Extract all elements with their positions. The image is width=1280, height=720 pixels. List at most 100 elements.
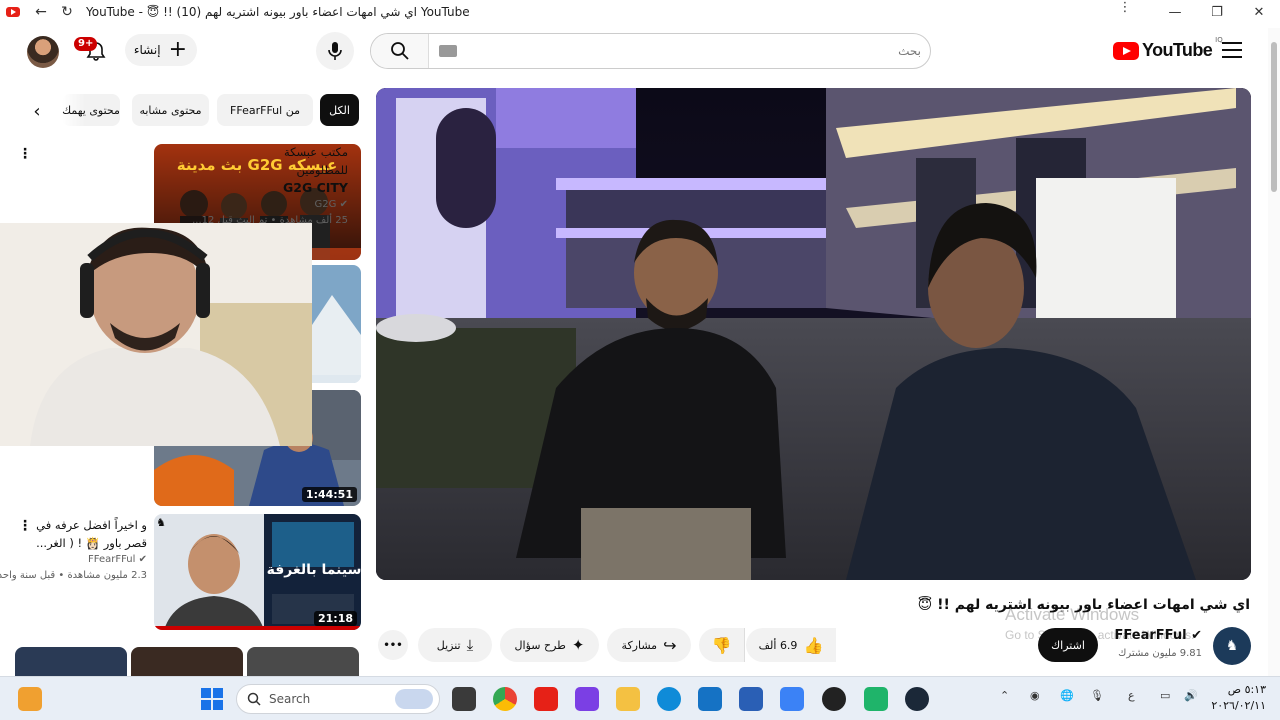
recommendation-thumbnail-2a[interactable] xyxy=(312,265,361,383)
more-actions-button[interactable]: ••• xyxy=(378,630,408,660)
chip-similar[interactable]: محتوى مشابه xyxy=(132,94,209,126)
chrome-icon[interactable] xyxy=(493,687,517,711)
windows-logo-icon xyxy=(201,688,223,710)
voice-search-button[interactable] xyxy=(316,32,354,70)
recommendation-menu-button-1[interactable]: ⋮ xyxy=(18,146,32,162)
steam-icon[interactable] xyxy=(905,687,929,711)
dislike-button[interactable]: 👎 xyxy=(699,628,745,662)
subscribe-button[interactable]: اشتراك xyxy=(1038,628,1098,662)
subscriber-count: 9.81 مليون مشترك xyxy=(1118,648,1202,659)
minimize-button[interactable]: — xyxy=(1154,0,1196,24)
youtube-header: 9+ إنشاء + YouTube IQ xyxy=(0,28,1270,74)
channel-name[interactable]: ✔ FFearFFul xyxy=(1115,628,1202,643)
thumb-text: سينما بالغرفة xyxy=(267,562,361,578)
window-controls: ⋮ — ❐ ✕ xyxy=(1119,0,1280,24)
chip-all[interactable]: الكل xyxy=(320,94,359,126)
recommendation-thumbnail-4[interactable] xyxy=(15,647,127,676)
video-frame xyxy=(376,88,1251,580)
create-button[interactable]: إنشاء + xyxy=(125,34,197,66)
microphone-icon xyxy=(328,42,342,60)
notification-count-badge: 9+ xyxy=(74,37,98,51)
recommendation-title-3b: قصر باور 👸🏻 ! ( الغر... xyxy=(36,536,147,550)
tray-volume-icon[interactable]: 🔊 xyxy=(1184,689,1198,702)
widgets-icon[interactable] xyxy=(18,687,42,711)
account-avatar[interactable] xyxy=(27,36,59,68)
back-button[interactable]: ← xyxy=(28,0,54,24)
like-button[interactable]: 👍 6.9 ألف xyxy=(746,628,836,662)
input-language[interactable]: ع xyxy=(1128,689,1135,702)
chip-more[interactable]: محتوى يهمك xyxy=(62,94,120,126)
reload-button[interactable]: ↻ xyxy=(54,0,80,24)
download-label: تنزيل xyxy=(436,638,461,652)
game-app-icon[interactable] xyxy=(864,687,888,711)
verified-icon: ✔ xyxy=(339,199,348,210)
more-label: ••• xyxy=(383,639,403,651)
youtube-play-icon xyxy=(1113,41,1139,60)
browser-menu-icon[interactable]: ⋮ xyxy=(1110,0,1140,15)
scrollbar-thumb[interactable] xyxy=(1271,42,1277,192)
app-icon[interactable] xyxy=(780,687,804,711)
recommendation-title-3: و اخيراً افضل عرفه في xyxy=(36,518,147,532)
chip-from-channel[interactable]: من FFearFFul xyxy=(217,94,313,126)
edge-icon[interactable] xyxy=(657,687,681,711)
share-icon: ↪ xyxy=(663,635,677,655)
channel-avatar[interactable]: ♞ xyxy=(1213,627,1251,665)
recommendation-info-3[interactable]: و اخيراً افضل عرفه في قصر باور 👸🏻 ! ( ال… xyxy=(0,516,147,584)
search-input[interactable] xyxy=(466,34,921,68)
youtube-favicon-icon xyxy=(6,7,20,17)
tray-chevron-icon[interactable]: ⌃ xyxy=(1000,689,1009,702)
ask-label: طرح سؤال xyxy=(514,638,566,652)
tray-network-app-icon[interactable]: ◉ xyxy=(1030,689,1040,702)
recommendation-thumbnail-5[interactable] xyxy=(131,647,243,676)
maximize-button[interactable]: ❐ xyxy=(1196,0,1238,24)
reload-icon: ↻ xyxy=(61,4,73,20)
download-button[interactable]: ⤓ تنزيل xyxy=(418,628,492,662)
thumbs-up-icon: 👍 xyxy=(803,635,824,655)
taskbar-search-box[interactable]: Search xyxy=(236,684,440,714)
search-icon xyxy=(247,692,261,706)
recommendation-info-1[interactable]: مكتب عبسكة للمظلومين G2G CITY ✔ G2G 25 أ… xyxy=(192,143,348,229)
plus-icon: + xyxy=(168,37,187,62)
recommendation-thumbnail-6[interactable] xyxy=(247,647,359,676)
recommendation-menu-button-3[interactable]: ⋮ xyxy=(18,518,32,534)
clock-time: ٥:١٣ ص xyxy=(1227,683,1266,696)
page-scrollbar[interactable] xyxy=(1268,28,1280,676)
duration-badge: 21:18 xyxy=(313,611,357,626)
search-icon xyxy=(390,42,409,60)
browser-titlebar: ← ↻ YouTube - 😇 !! اي شي امهات اعضاء باو… xyxy=(0,0,1280,24)
share-button[interactable]: ↪ مشاركة xyxy=(607,628,691,662)
search-button[interactable] xyxy=(371,34,429,68)
chips-scroll-left-button[interactable]: ‹ xyxy=(26,100,48,122)
webcam-image xyxy=(0,223,312,446)
tray-mic-icon[interactable]: 🎙 xyxy=(1090,689,1104,702)
youtube-app-icon[interactable] xyxy=(534,687,558,711)
arrow-left-icon: ← xyxy=(35,4,47,20)
channel-badge-icon: ♞ xyxy=(156,516,166,529)
chatgpt-icon[interactable] xyxy=(822,687,846,711)
keyboard-icon[interactable] xyxy=(439,45,457,57)
ask-button[interactable]: ✦ طرح سؤال xyxy=(500,628,599,662)
taskbar-clock[interactable]: ٥:١٣ ص ٢٠٢٦/٠٢/١١ xyxy=(1210,682,1266,714)
microsoft365-icon[interactable] xyxy=(575,687,599,711)
duration-badge: 1:44:51 xyxy=(301,487,357,502)
share-label: مشاركة xyxy=(621,638,658,652)
photos-icon[interactable] xyxy=(698,687,722,711)
start-button[interactable] xyxy=(200,687,224,711)
recommendation-channel-1: ✔ G2G xyxy=(314,199,348,210)
close-button[interactable]: ✕ xyxy=(1238,0,1280,24)
recommendation-thumbnail-3[interactable]: سينما بالغرفة 21:18 xyxy=(154,514,361,630)
logo-text: YouTube xyxy=(1142,40,1213,60)
task-view-icon[interactable] xyxy=(452,687,476,711)
recommendation-title-1b: G2G CITY xyxy=(283,180,348,195)
tray-globe-icon[interactable]: 🌐 xyxy=(1060,689,1074,702)
like-count: 6.9 ألف xyxy=(758,638,798,652)
download-icon: ⤓ xyxy=(466,636,474,654)
store-icon[interactable] xyxy=(739,687,763,711)
video-player[interactable] xyxy=(376,88,1251,580)
tray-display-icon[interactable]: ▭ xyxy=(1160,689,1170,702)
file-explorer-icon[interactable] xyxy=(616,687,640,711)
youtube-logo[interactable]: YouTube IQ xyxy=(1113,36,1223,61)
webcam-overlay xyxy=(0,223,312,446)
chevron-left-icon: ‹ xyxy=(33,100,41,122)
guide-menu-button[interactable] xyxy=(1222,42,1242,58)
